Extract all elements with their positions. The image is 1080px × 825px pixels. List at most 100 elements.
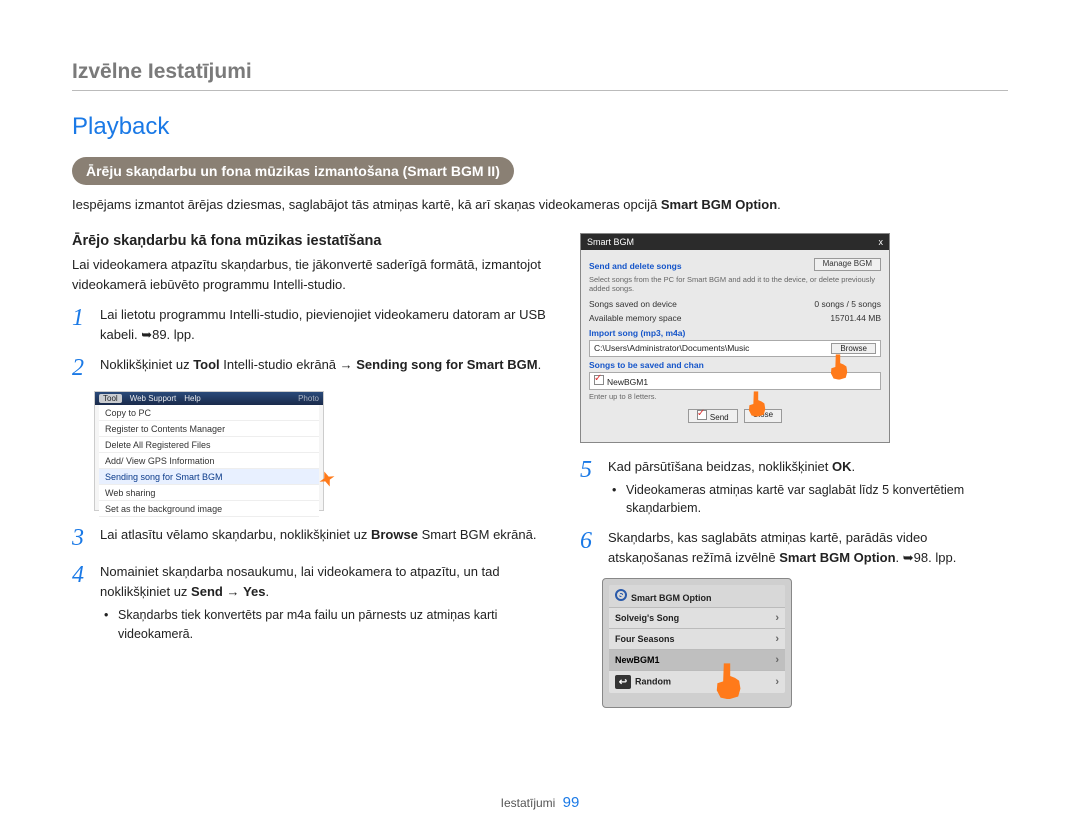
- list-item[interactable]: Solveig's Song ›: [609, 607, 785, 628]
- menu-item[interactable]: Web sharing: [99, 485, 319, 501]
- step-4: 4 Nomainiet skaņdarba nosaukumu, lai vid…: [72, 562, 552, 644]
- send-button[interactable]: Send: [688, 409, 738, 423]
- step-body: Lai lietotu programmu Intelli-studio, pi…: [100, 305, 552, 345]
- page-number: 99: [563, 794, 580, 811]
- browse-button[interactable]: Browse: [831, 343, 876, 354]
- intro-post: .: [777, 197, 781, 212]
- t: .: [852, 459, 856, 474]
- section-header: Send and delete songs: [589, 261, 682, 271]
- breadcrumb: Izvēlne Iestatījumi: [72, 60, 1008, 84]
- list-item[interactable]: ↩ Random ›: [609, 670, 785, 693]
- chevron-right-icon: ›: [775, 676, 779, 688]
- list-item[interactable]: Four Seasons ›: [609, 628, 785, 649]
- step-3: 3 Lai atlasītu vēlamo skaņdarbu, noklikš…: [72, 525, 552, 551]
- check-icon: [594, 375, 604, 385]
- value: 0 songs / 5 songs: [814, 299, 881, 309]
- dialog-titlebar: Smart BGM x: [581, 234, 889, 250]
- close-icon[interactable]: x: [879, 237, 884, 247]
- figure-smartbgm-dialog: Smart BGM x Send and delete songs Manage …: [580, 233, 890, 443]
- intro-pre: Iespējams izmantot ārējas dziesmas, sagl…: [72, 197, 661, 212]
- value: 15701.44 MB: [830, 313, 881, 323]
- figure-bgm-option-list: Smart BGM Option Solveig's Song › Four Se…: [602, 578, 792, 708]
- t: →: [223, 584, 243, 599]
- divider: [72, 90, 1008, 91]
- bold: Yes: [243, 584, 265, 599]
- step-body: Nomainiet skaņdarba nosaukumu, lai video…: [100, 562, 552, 644]
- step-6: 6 Skaņdarbs, kas saglabāts atmiņas kartē…: [580, 528, 1008, 568]
- label: Random: [635, 677, 671, 687]
- menu-item[interactable]: Copy to PC: [99, 405, 319, 421]
- list-item-highlighted[interactable]: NewBGM1 ›: [609, 649, 785, 670]
- label: NewBGM1: [615, 655, 660, 665]
- step-number: 2: [72, 355, 90, 381]
- step-body: Kad pārsūtīšana beidzas, noklikšķiniet O…: [608, 457, 1008, 519]
- path-value: C:\Users\Administrator\Documents\Music: [594, 343, 749, 354]
- dialog-desc: Select songs from the PC for Smart BGM a…: [589, 275, 881, 293]
- step-1: 1 Lai lietotu programmu Intelli-studio, …: [72, 305, 552, 345]
- menu-web[interactable]: Web Support: [130, 394, 177, 403]
- title: Smart BGM Option: [631, 593, 712, 603]
- step-body: Skaņdarbs, kas saglabāts atmiņas kartē, …: [608, 528, 1008, 568]
- menubar: Tool Web Support Help Photo: [95, 392, 323, 405]
- menu-item[interactable]: Add/ View GPS Information: [99, 453, 319, 469]
- tool-dropdown: Copy to PC Register to Contents Manager …: [99, 405, 319, 517]
- menu-item-highlighted[interactable]: Sending song for Smart BGM: [99, 469, 319, 485]
- menu-help[interactable]: Help: [184, 394, 200, 403]
- t: .: [538, 357, 542, 372]
- figure-intellistudio-menu: Tool Web Support Help Photo Copy to PC R…: [94, 391, 324, 511]
- footer-label: Iestatījumi: [501, 796, 556, 810]
- label: Available memory space: [589, 313, 681, 323]
- bold: Sending song for Smart BGM: [356, 357, 537, 372]
- dialog-title: Smart BGM: [587, 237, 634, 247]
- label: Send: [710, 413, 729, 422]
- step-number: 6: [580, 528, 598, 568]
- t: Lai atlasītu vēlamo skaņdarbu, noklikšķi…: [100, 527, 371, 542]
- label: Songs saved on device: [589, 299, 677, 309]
- label: Four Seasons: [615, 634, 675, 644]
- section-title: Playback: [72, 113, 1008, 141]
- chevron-right-icon: ›: [775, 633, 779, 645]
- chevron-right-icon: ›: [775, 654, 779, 666]
- t: . ➥98. lpp.: [896, 550, 957, 565]
- t: Smart BGM ekrānā.: [418, 527, 536, 542]
- thumb-label: Photo: [298, 394, 319, 403]
- manage-bgm-button[interactable]: Manage BGM: [814, 258, 881, 271]
- gear-icon: [615, 589, 627, 601]
- step-number: 3: [72, 525, 90, 551]
- bullet: Skaņdarbs tiek konvertēts par m4a failu …: [100, 606, 552, 644]
- menu-tool[interactable]: Tool: [99, 394, 122, 403]
- subheading: Ārējo skaņdarbu kā fona mūzikas iestatīš…: [72, 233, 552, 249]
- intro2: Lai videokamera atpazītu skaņdarbus, tie…: [72, 255, 552, 295]
- t: Nomainiet skaņdarba nosaukumu, lai video…: [100, 564, 500, 599]
- menu-item[interactable]: Register to Contents Manager: [99, 421, 319, 437]
- bullet: Videokameras atmiņas kartē var saglabāt …: [608, 481, 1008, 519]
- name-input[interactable]: NewBGM1: [594, 375, 648, 387]
- intro-text: Iespējams izmantot ārējas dziesmas, sagl…: [72, 195, 1008, 215]
- t: Kad pārsūtīšana beidzas, noklikšķiniet: [608, 459, 832, 474]
- hint: Enter up to 8 letters.: [589, 392, 881, 401]
- chevron-right-icon: ›: [775, 612, 779, 624]
- step-number: 4: [72, 562, 90, 644]
- back-icon[interactable]: ↩: [615, 675, 631, 689]
- label: Solveig's Song: [615, 613, 679, 623]
- menu-item[interactable]: Set as the background image: [99, 501, 319, 517]
- list-header: Smart BGM Option: [609, 585, 785, 607]
- step-2: 2 Noklikšķiniet uz Tool Intelli-studio e…: [72, 355, 552, 381]
- check-icon: [697, 410, 707, 420]
- t: .: [266, 584, 270, 599]
- menu-item[interactable]: Delete All Registered Files: [99, 437, 319, 453]
- bold: OK: [832, 459, 852, 474]
- step-5: 5 Kad pārsūtīšana beidzas, noklikšķiniet…: [580, 457, 1008, 519]
- bold: Tool: [193, 357, 219, 372]
- t: Intelli-studio ekrānā →: [220, 357, 357, 372]
- t: Noklikšķiniet uz: [100, 357, 193, 372]
- step-number: 5: [580, 457, 598, 519]
- bold: Smart BGM Option: [779, 550, 895, 565]
- intro-bold: Smart BGM Option: [661, 197, 777, 212]
- topic-pill: Ārēju skaņdarbu un fona mūzikas izmantoš…: [72, 157, 514, 185]
- value: NewBGM1: [607, 377, 648, 387]
- section-header: Import song (mp3, m4a): [589, 328, 881, 338]
- step-number: 1: [72, 305, 90, 345]
- bold: Browse: [371, 527, 418, 542]
- bold: Send: [191, 584, 223, 599]
